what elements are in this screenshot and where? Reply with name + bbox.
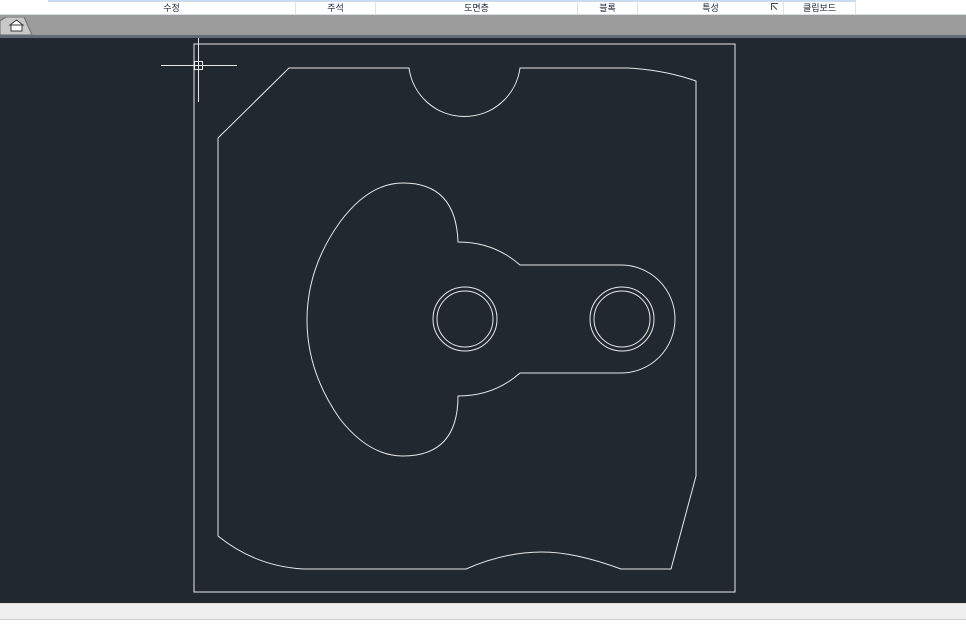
status-bar — [0, 603, 966, 619]
ribbon-panel-layers[interactable]: 도면층 — [376, 0, 578, 14]
inner-profile[interactable] — [306, 182, 676, 457]
ribbon-empty-area — [856, 0, 966, 14]
home-tab[interactable] — [0, 17, 34, 35]
hole-left-inner[interactable] — [436, 290, 494, 348]
drawing-canvas[interactable] — [0, 38, 966, 603]
hole-right-inner[interactable] — [593, 290, 651, 348]
ribbon-panel-clipboard[interactable]: 클립보드 — [784, 0, 856, 14]
ribbon-panel-properties[interactable]: 특성 — [638, 0, 784, 14]
ribbon-panel-label: 블록 — [599, 4, 616, 14]
ribbon-panel-modify[interactable]: 수정 — [48, 0, 296, 14]
ribbon-panel-label: 주석 — [327, 4, 344, 14]
crosshair-cursor-icon — [161, 38, 237, 102]
ribbon-panel-annotation[interactable]: 주석 — [296, 0, 376, 14]
hole-left-outer[interactable] — [432, 286, 498, 352]
ribbon-panel-label: 도면층 — [464, 4, 489, 14]
ribbon-panel-label: 수정 — [163, 4, 180, 14]
ribbon-panel-bar: 수정 주석 도면층 블록 특성 클립보드 — [0, 0, 966, 15]
file-tab-bar — [0, 15, 966, 35]
ribbon-panel-block[interactable]: 블록 — [578, 0, 638, 14]
ribbon-panel-label: 클립보드 — [802, 4, 837, 14]
ribbon-panel-label: 특성 — [702, 4, 719, 14]
hole-right-outer[interactable] — [589, 286, 655, 352]
drawing-svg — [161, 38, 736, 593]
part-outline[interactable] — [217, 67, 697, 570]
dialog-launcher-icon[interactable] — [771, 3, 778, 10]
command-area — [0, 620, 966, 631]
